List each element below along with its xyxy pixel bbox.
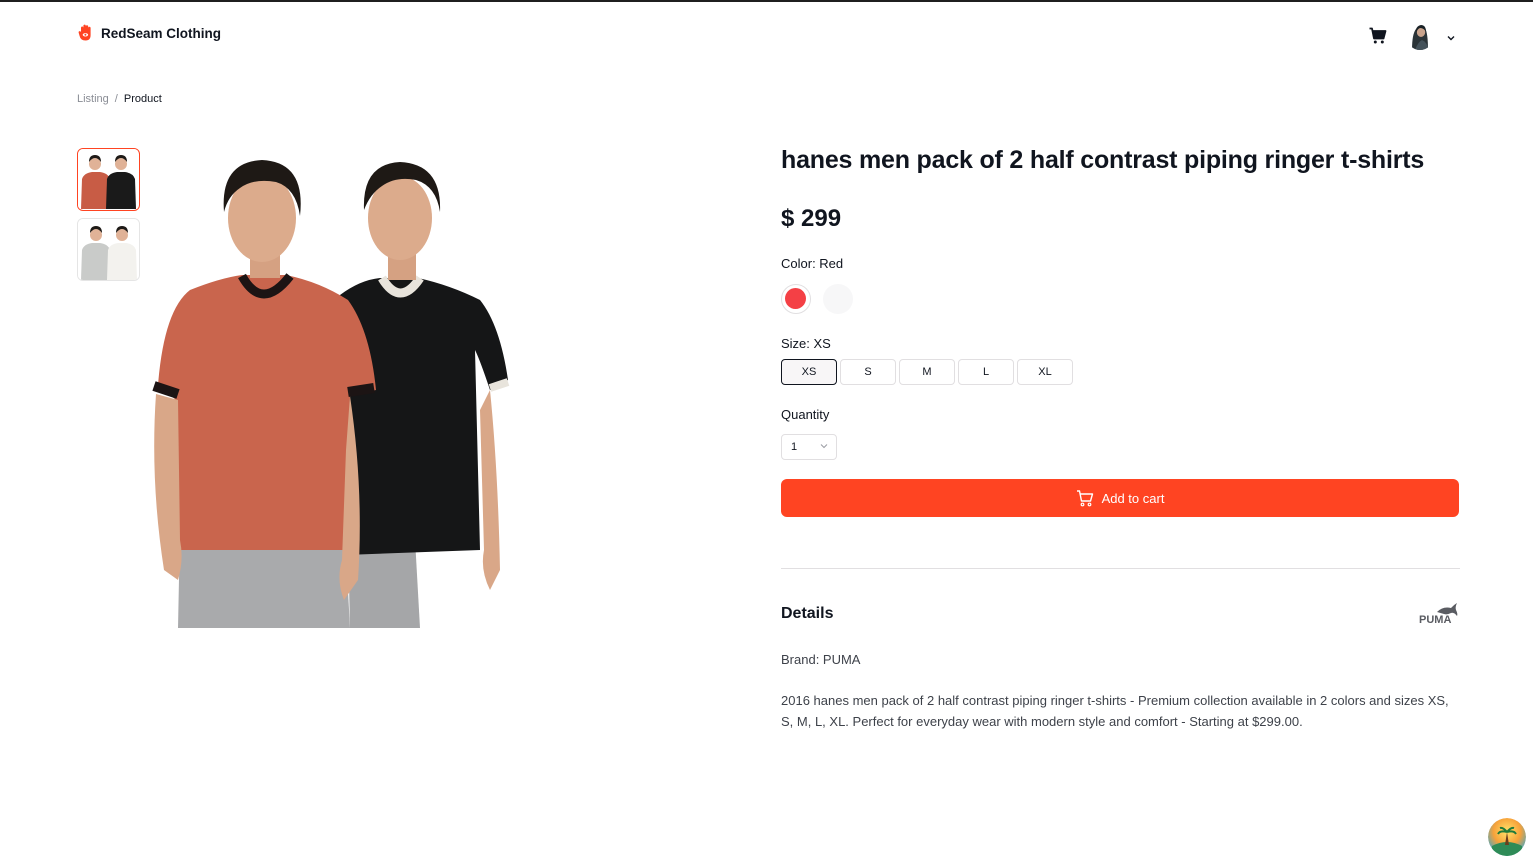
size-label: Size: XS: [781, 336, 831, 351]
cart-icon: [1369, 27, 1387, 44]
color-swatch-white[interactable]: [823, 284, 853, 314]
add-to-cart-button[interactable]: Add to cart: [781, 479, 1459, 517]
thumbnail-grey-white[interactable]: [77, 218, 140, 281]
avatar[interactable]: [1406, 20, 1434, 50]
quantity-value: 1: [791, 441, 798, 453]
svg-text:PUMA: PUMA: [1419, 614, 1451, 626]
brand-line: Brand: PUMA: [781, 652, 861, 667]
size-button-l[interactable]: L: [958, 359, 1014, 385]
cart-button[interactable]: [1368, 26, 1388, 46]
size-button-s[interactable]: S: [840, 359, 896, 385]
breadcrumb: Listing / Product: [77, 93, 162, 105]
user-menu-toggle[interactable]: [1445, 30, 1457, 41]
product-description: 2016 hanes men pack of 2 half contrast p…: [781, 693, 1449, 729]
size-button-xl[interactable]: XL: [1017, 359, 1073, 385]
header: RedSeam Clothing: [0, 2, 1533, 64]
puma-logo-icon: PUMA: [1417, 602, 1459, 626]
assistant-badge[interactable]: [1488, 818, 1526, 856]
chevron-down-icon: [1447, 36, 1455, 41]
quantity-label: Quantity: [781, 407, 830, 422]
add-to-cart-label: Add to cart: [1101, 490, 1165, 506]
thumbnail-red-black[interactable]: [77, 148, 140, 211]
product-title: hanes men pack of 2 half contrast piping…: [781, 146, 1425, 174]
product-main-image: [150, 150, 520, 628]
quantity-select[interactable]: 1: [781, 434, 837, 460]
color-swatch-red[interactable]: [781, 284, 811, 314]
details-title: Details: [781, 605, 834, 622]
color-label: Color: Red: [781, 256, 844, 271]
cart-outline-icon: [1076, 490, 1093, 507]
size-button-xs[interactable]: XS: [781, 359, 837, 385]
breadcrumb-listing[interactable]: Listing: [77, 93, 109, 105]
divider: [781, 568, 1460, 569]
hand-eye-icon: [78, 24, 91, 41]
breadcrumb-separator: /: [114, 93, 118, 105]
color-swatch-red-fill: [785, 288, 806, 309]
logo-text: RedSeam Clothing: [101, 25, 222, 41]
breadcrumb-product: Product: [123, 93, 162, 105]
size-button-m[interactable]: M: [899, 359, 955, 385]
product-price: $ 299: [781, 205, 842, 232]
logo-link[interactable]: RedSeam Clothing: [78, 24, 221, 42]
chevron-down-icon: [820, 444, 828, 449]
